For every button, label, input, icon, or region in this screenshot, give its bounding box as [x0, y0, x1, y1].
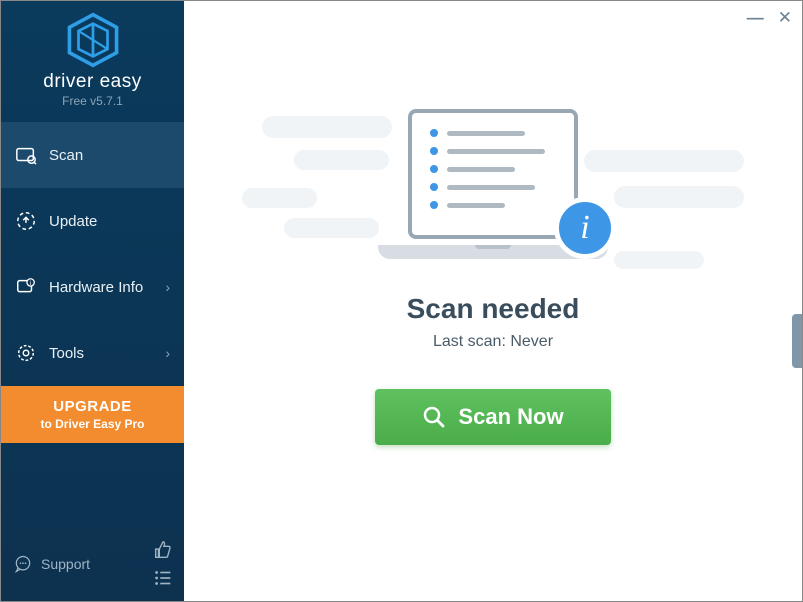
info-badge-icon: i: [554, 197, 616, 259]
tools-icon: [15, 342, 37, 364]
upgrade-title: UPGRADE: [5, 398, 180, 415]
nav-item-hardware-info[interactable]: i Hardware Info ›: [1, 254, 184, 320]
side-panel-handle[interactable]: [792, 314, 802, 368]
chevron-right-icon: ›: [165, 279, 170, 295]
support-chat-icon: [13, 554, 33, 574]
thumbs-up-icon[interactable]: [152, 539, 174, 561]
last-scan-label: Last scan: Never: [433, 333, 553, 351]
content: i Scan needed Last scan: Never Scan Now: [184, 1, 802, 601]
version-label: Free v5.7.1: [1, 94, 184, 108]
support-button[interactable]: Support: [13, 554, 90, 574]
nav: Scan Update i Hardware Info › Tools › UP…: [1, 122, 184, 443]
status-title: Scan needed: [407, 293, 580, 325]
list-icon[interactable]: [152, 567, 174, 589]
nav-item-tools[interactable]: Tools ›: [1, 320, 184, 386]
brand-name: driver easy: [1, 71, 184, 93]
nav-label: Update: [49, 213, 97, 230]
sidebar: driver easy Free v5.7.1 Scan Update i Ha…: [1, 1, 184, 601]
magnify-icon: [422, 405, 446, 429]
hardware-info-icon: i: [15, 276, 37, 298]
scan-illustration: i: [378, 109, 608, 269]
logo-area: driver easy Free v5.7.1: [1, 1, 184, 122]
update-icon: [15, 210, 37, 232]
upgrade-button[interactable]: UPGRADE to Driver Easy Pro: [1, 386, 184, 443]
app-logo-icon: [64, 11, 122, 69]
scan-now-label: Scan Now: [458, 404, 563, 430]
sidebar-bottom: Support: [1, 531, 184, 601]
nav-label: Scan: [49, 147, 83, 164]
scan-icon: [15, 144, 37, 166]
nav-label: Tools: [49, 345, 84, 362]
svg-text:i: i: [30, 280, 31, 287]
nav-item-scan[interactable]: Scan: [1, 122, 184, 188]
chevron-right-icon: ›: [165, 345, 170, 361]
upgrade-subtitle: to Driver Easy Pro: [5, 417, 180, 431]
scan-now-button[interactable]: Scan Now: [375, 389, 611, 445]
support-label: Support: [41, 556, 90, 572]
main-area: — ✕ i Scan needed Last s: [184, 1, 802, 601]
nav-item-update[interactable]: Update: [1, 188, 184, 254]
nav-label: Hardware Info: [49, 279, 143, 296]
